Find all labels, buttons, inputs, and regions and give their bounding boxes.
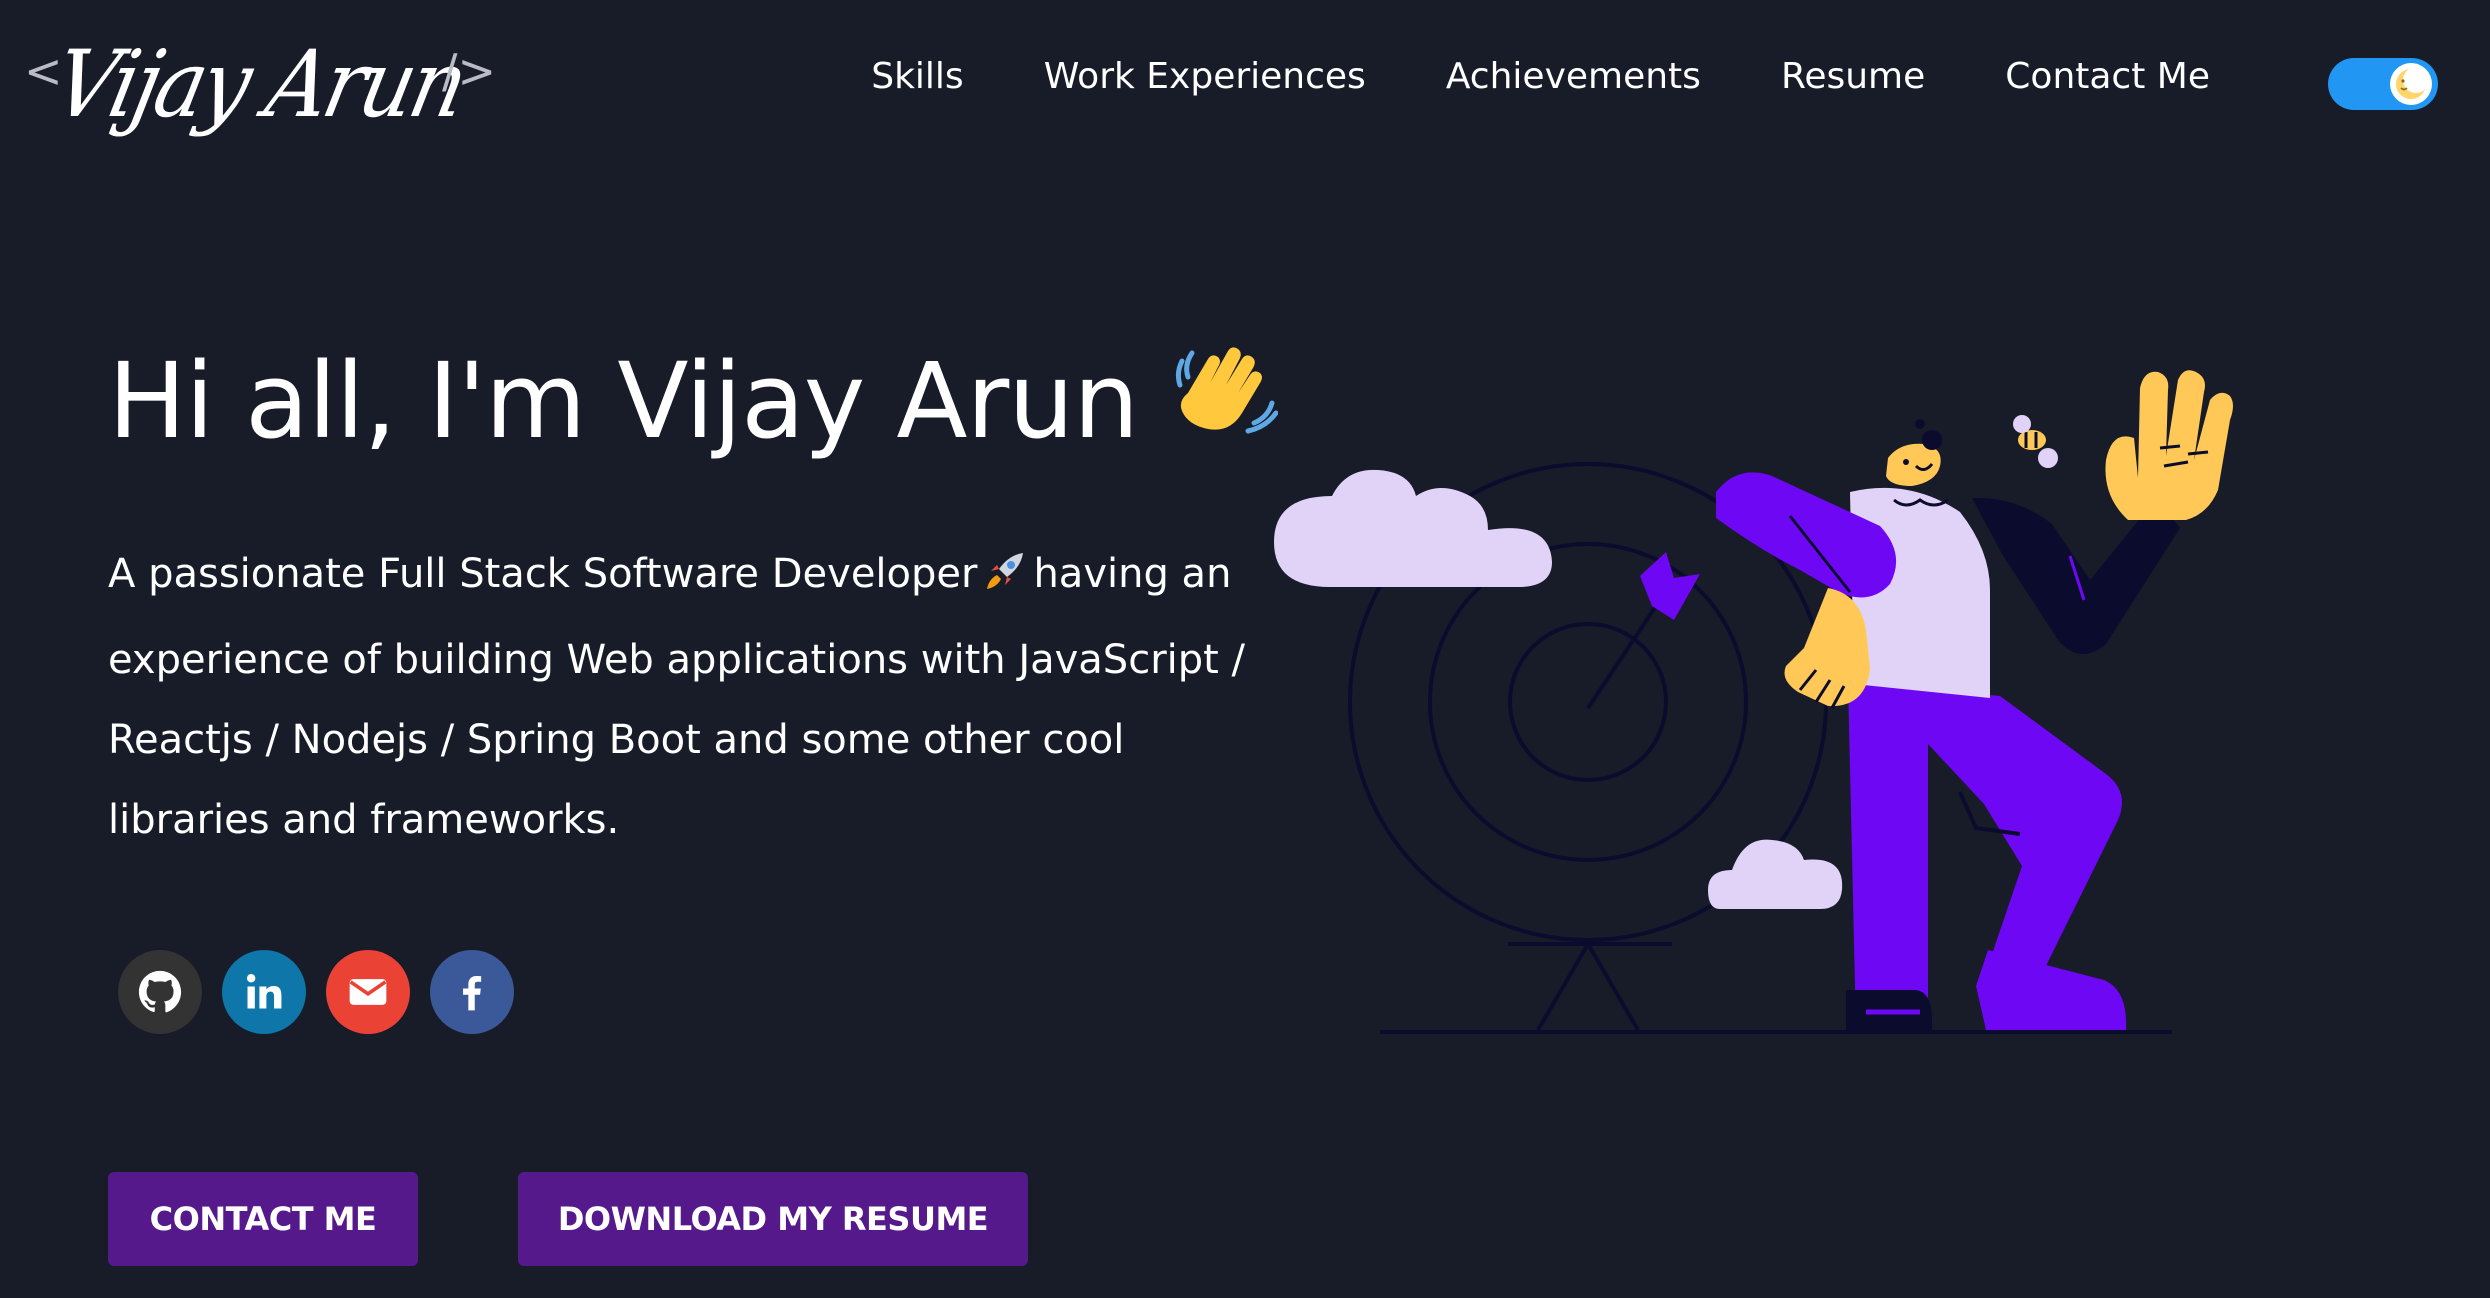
contact-me-button[interactable]: CONTACT ME xyxy=(108,1172,418,1266)
nav-resume[interactable]: Resume xyxy=(1741,50,1965,103)
developer-illustration xyxy=(1274,370,2233,1034)
github-link[interactable] xyxy=(118,950,202,1034)
email-link[interactable] xyxy=(326,950,410,1034)
person-figure xyxy=(1716,370,2233,1030)
portfolio-page: < Vijay Arun /> Skills Work Experiences … xyxy=(0,0,2490,1298)
rocket-icon xyxy=(983,540,1027,620)
github-icon xyxy=(138,970,182,1013)
logo[interactable]: < Vijay Arun /> xyxy=(24,30,504,146)
hero-intro: A passionate Full Stack Software Develop… xyxy=(108,534,1258,860)
linkedin-icon xyxy=(246,974,282,1009)
greeting-text: Hi all, I'm Vijay Arun xyxy=(108,340,1139,462)
moon-icon xyxy=(2396,67,2428,99)
facebook-icon xyxy=(463,976,482,1011)
logo-close-bracket: /> xyxy=(442,44,497,98)
facebook-link[interactable] xyxy=(430,950,514,1034)
logo-signature: Vijay Arun xyxy=(45,30,474,138)
nav-skills[interactable]: Skills xyxy=(831,50,1003,103)
nav-work-experiences[interactable]: Work Experiences xyxy=(1004,50,1406,103)
toggle-knob xyxy=(2390,63,2432,105)
social-links xyxy=(118,950,514,1034)
hero-greeting: Hi all, I'm Vijay Arun xyxy=(108,340,1279,466)
nav-achievements[interactable]: Achievements xyxy=(1406,50,1741,103)
theme-toggle[interactable] xyxy=(2328,58,2438,110)
main-nav: Skills Work Experiences Achievements Res… xyxy=(831,50,2250,103)
mail-icon xyxy=(349,979,387,1005)
intro-text-part1: A passionate Full Stack Software Develop… xyxy=(108,551,978,597)
linkedin-link[interactable] xyxy=(222,950,306,1034)
download-resume-button[interactable]: DOWNLOAD MY RESUME xyxy=(518,1172,1028,1266)
bee-icon xyxy=(2013,415,2058,468)
nav-contact-me[interactable]: Contact Me xyxy=(1965,50,2250,103)
